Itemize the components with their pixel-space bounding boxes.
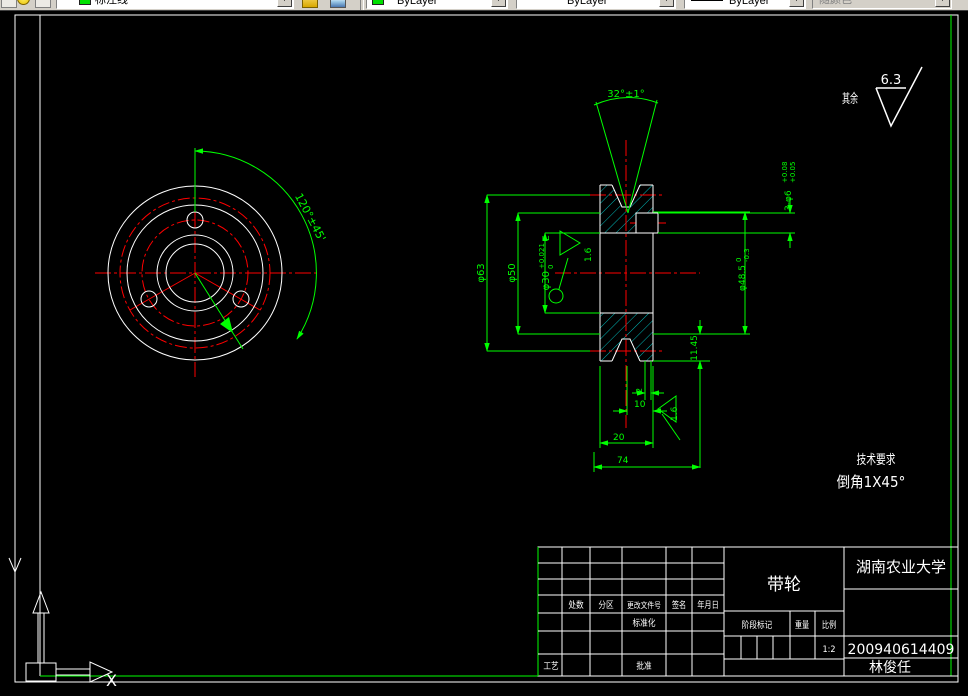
layer-manager-icon[interactable] — [1, 0, 17, 8]
label-process: 工艺 — [543, 660, 558, 671]
lineweight-combo-arrow-icon[interactable]: ▼ — [789, 0, 804, 7]
autocad-window: 标注线 ▼ ByLayer ▼ ByLayer ▼ ByLayer ▼ 随颜色 … — [0, 0, 968, 696]
label-marks: 处数 — [568, 599, 584, 610]
scale-value: 1:2 — [822, 645, 835, 656]
layer-combo-value: 标注线 — [95, 0, 128, 6]
label-stage: 阶段标记 — [742, 619, 773, 630]
student-id: 200940614409 — [848, 642, 955, 658]
svg-text:0: 0 — [735, 258, 743, 262]
lineweight-combo-value: ByLayer — [729, 0, 770, 7]
color-combo-arrow-icon[interactable]: ▼ — [491, 0, 506, 7]
lineweight-glyph — [691, 0, 723, 1]
layer-combo[interactable]: 标注线 ▼ — [56, 0, 294, 9]
properties-toolbar: 标注线 ▼ ByLayer ▼ ByLayer ▼ ByLayer ▼ 随颜色 … — [0, 0, 968, 11]
label-zone: 分区 — [598, 599, 613, 610]
label-date: 年月日 — [697, 599, 719, 610]
lineweight-combo[interactable]: ByLayer ▼ — [684, 0, 806, 9]
layer-previous-icon[interactable] — [330, 0, 346, 8]
dia-outer-text: φ63 — [476, 263, 487, 282]
svg-text:E: E — [542, 235, 552, 241]
ucs-x-label: X — [106, 671, 117, 690]
color-combo-value: ByLayer — [397, 0, 438, 7]
tech-req-title: 技术要求 — [857, 452, 896, 468]
layer-combo-arrow-icon[interactable]: ▼ — [277, 0, 292, 7]
roughness-prefix-text: 其余 — [842, 90, 858, 107]
svg-text:+0.05: +0.05 — [789, 162, 797, 183]
web-width-text: 10 — [634, 400, 646, 410]
hub-length-text: 20 — [613, 433, 625, 443]
color-combo[interactable]: ByLayer ▼ — [366, 0, 508, 9]
key-dim-text: 2 — [635, 388, 644, 393]
svg-text:+0.08: +0.08 — [781, 162, 789, 183]
label-approve: 批准 — [636, 660, 651, 671]
linetype-combo-arrow-icon[interactable]: ▼ — [659, 0, 674, 7]
canvas-background[interactable] — [0, 10, 968, 696]
student-name: 林俊任 — [869, 660, 911, 676]
label-scale: 比例 — [822, 619, 836, 630]
svg-text:+0.021: +0.021 — [538, 243, 546, 269]
dia-mid-text: φ50 — [507, 263, 518, 282]
roughness-value-text: 6.3 — [881, 73, 902, 88]
plotstyle-combo: 随颜色 ▼ — [812, 0, 952, 9]
svg-text:φ48.5: φ48.5 — [738, 265, 748, 291]
roughness-bore-text: 1.6 — [584, 247, 594, 262]
plotstyle-combo-value: 随颜色 — [819, 0, 852, 6]
label-change: 更改文件号 — [627, 599, 661, 610]
svg-text:3-φ6: 3-φ6 — [784, 190, 794, 211]
linetype-combo[interactable]: ByLayer ▼ — [516, 0, 676, 9]
groove-angle-text: 32°±1° — [607, 89, 644, 100]
svg-text:-0.3: -0.3 — [743, 248, 751, 262]
linetype-combo-value: ByLayer — [567, 0, 608, 7]
part-name: 带轮 — [767, 575, 801, 595]
plotstyle-combo-arrow-icon: ▼ — [935, 0, 950, 7]
label-standard: 标准化 — [633, 617, 657, 628]
toolbar-separator — [360, 0, 364, 10]
total-width-text: 74 — [617, 456, 629, 466]
make-layer-current-icon[interactable] — [302, 0, 318, 8]
color-swatch — [372, 0, 384, 5]
tech-req-line: 倒角1X45° — [837, 473, 906, 491]
svg-text:φ30: φ30 — [541, 271, 552, 290]
organization: 湖南农业大学 — [856, 558, 946, 576]
svg-text:0: 0 — [547, 265, 555, 269]
label-sign: 签名 — [672, 599, 686, 610]
rim-depth-text: 11.45 — [690, 335, 700, 361]
layer-bulb-icon[interactable] — [17, 0, 30, 5]
roughness-web-text: 1.6 — [670, 406, 680, 421]
layer-lock-icon[interactable] — [35, 0, 51, 8]
layer-color-swatch — [79, 0, 91, 5]
drawing-canvas[interactable]: 120°±45' 32°±1° φ63 φ50 φ30 +0.021 0 E 1… — [0, 0, 968, 696]
label-weight: 重量 — [795, 619, 809, 630]
